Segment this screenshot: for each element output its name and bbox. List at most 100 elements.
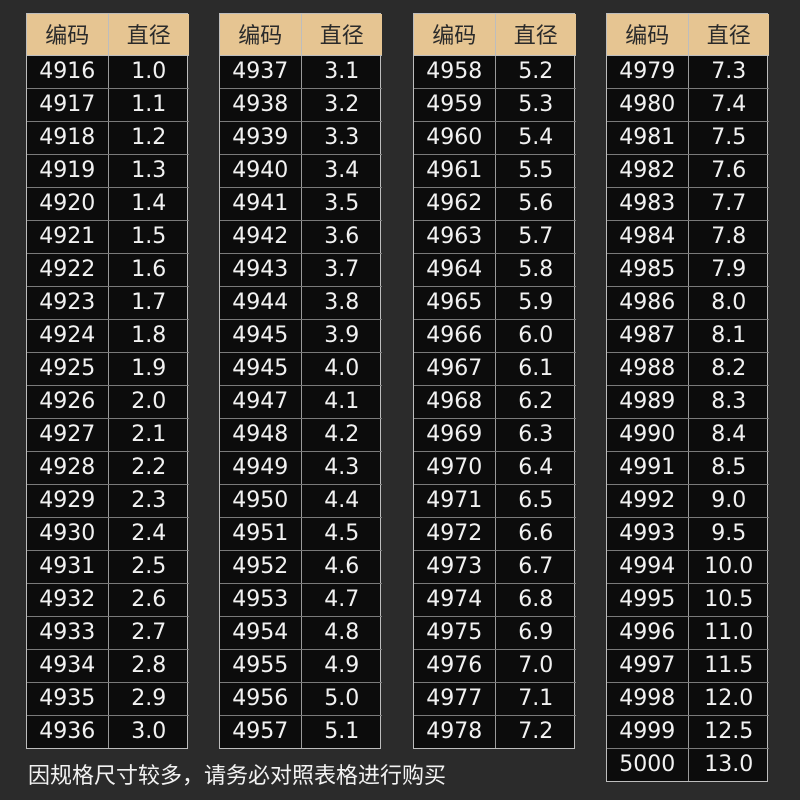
diameter-cell: 6.1 (495, 352, 576, 386)
code-cell: 4970 (414, 451, 496, 485)
code-cell: 4983 (607, 187, 689, 221)
table-row: 4918 1.2 (27, 121, 189, 155)
code-cell: 4976 (414, 649, 496, 683)
table-row: 4986 8.0 (607, 286, 769, 320)
diameter-cell: 7.8 (688, 220, 769, 254)
table-row: 4922 1.6 (27, 253, 189, 287)
code-cell: 4966 (414, 319, 496, 353)
table-row: 4947 4.1 (220, 385, 382, 419)
code-cell: 4944 (220, 286, 302, 320)
table-row: 4930 2.4 (27, 517, 189, 551)
header-code: 编码 (220, 14, 302, 56)
diameter-cell: 2.6 (108, 583, 189, 617)
table-row: 4974 6.8 (414, 583, 576, 617)
code-cell: 4940 (220, 154, 302, 188)
header-code: 编码 (607, 14, 689, 56)
diameter-cell: 5.5 (495, 154, 576, 188)
code-cell: 4968 (414, 385, 496, 419)
table-row: 4937 3.1 (220, 55, 382, 89)
code-cell: 4999 (607, 715, 689, 749)
size-table: 编码 直径 4958 5.2 4959 5.3 4960 5.4 4961 5.5 4962 5.6 4… (414, 14, 576, 748)
diameter-cell: 6.6 (495, 517, 576, 551)
table-row: 4941 3.5 (220, 187, 382, 221)
table-row: 4967 6.1 (414, 352, 576, 386)
code-cell: 4931 (27, 550, 109, 584)
code-cell: 4917 (27, 88, 109, 122)
code-cell: 4985 (607, 253, 689, 287)
table-row: 4931 2.5 (27, 550, 189, 584)
table-row: 4936 3.0 (27, 715, 189, 748)
header-diameter: 直径 (108, 14, 189, 56)
code-cell: 4919 (27, 154, 109, 188)
diameter-cell: 7.2 (518, 718, 554, 744)
table-row: 4965 5.9 (414, 286, 576, 320)
diameter-cell: 7.5 (688, 121, 769, 155)
code-cell: 4936 (27, 715, 109, 748)
size-table-3: 编码 直径 4958 5.2 4959 5.3 4960 5.4 4961 5.5 4962 5.6 4… (413, 13, 576, 749)
table-row: 4999 12.5 (607, 715, 769, 749)
table-header-row: 编码 直径 (27, 14, 189, 56)
code-cell: 4991 (607, 451, 689, 485)
diameter-cell: 1.5 (108, 220, 189, 254)
header-code: 编码 (27, 14, 109, 56)
table-row: 4962 5.6 (414, 187, 576, 221)
diameter-cell: 7.3 (688, 55, 769, 89)
diameter-cell: 5.7 (495, 220, 576, 254)
diameter-cell: 6.3 (495, 418, 576, 452)
table-row: 4954 4.8 (220, 616, 382, 650)
diameter-cell: 13.0 (704, 751, 754, 777)
table-row: 4938 3.2 (220, 88, 382, 122)
code-cell: 4965 (414, 286, 496, 320)
table-row: 4958 5.2 (414, 55, 576, 89)
table-row: 4940 3.4 (220, 154, 382, 188)
code-cell: 4989 (607, 385, 689, 419)
diameter-cell: 7.9 (688, 253, 769, 287)
diameter-cell: 3.4 (301, 154, 382, 188)
diameter-cell: 6.5 (495, 484, 576, 518)
code-cell: 4987 (607, 319, 689, 353)
table-row: 4992 9.0 (607, 484, 769, 518)
code-cell: 4993 (607, 517, 689, 551)
code-cell: 4928 (27, 451, 109, 485)
code-cell: 4955 (220, 649, 302, 683)
table-row: 4982 7.6 (607, 154, 769, 188)
code-cell: 4978 (414, 715, 496, 748)
table-row: 4975 6.9 (414, 616, 576, 650)
code-cell: 4945 (220, 319, 302, 353)
table-row: 4917 1.1 (27, 88, 189, 122)
code-cell: 4984 (607, 220, 689, 254)
table-row: 4932 2.6 (27, 583, 189, 617)
table-row: 4921 1.5 (27, 220, 189, 254)
table-row: 4980 7.4 (607, 88, 769, 122)
table-row: 4984 7.8 (607, 220, 769, 254)
code-cell: 4923 (27, 286, 109, 320)
code-cell: 4956 (220, 682, 302, 716)
code-cell: 4967 (414, 352, 496, 386)
code-cell: 4950 (220, 484, 302, 518)
diameter-cell: 5.3 (495, 88, 576, 122)
table-row: 4970 6.4 (414, 451, 576, 485)
code-cell: 4939 (220, 121, 302, 155)
table-row: 4949 4.3 (220, 451, 382, 485)
table-row: 4961 5.5 (414, 154, 576, 188)
diameter-cell: 3.9 (301, 319, 382, 353)
diameter-cell: 5.4 (495, 121, 576, 155)
table-row: 4919 1.3 (27, 154, 189, 188)
table-row: 4953 4.7 (220, 583, 382, 617)
diameter-cell: 2.3 (108, 484, 189, 518)
table-header-row: 编码 直径 (414, 14, 576, 56)
diameter-cell: 1.1 (108, 88, 189, 122)
code-cell: 4992 (607, 484, 689, 518)
diameter-cell: 4.3 (301, 451, 382, 485)
code-cell: 4929 (27, 484, 109, 518)
code-cell: 4924 (27, 319, 109, 353)
diameter-cell: 4.8 (301, 616, 382, 650)
table-row: 4939 3.3 (220, 121, 382, 155)
table-row: 4951 4.5 (220, 517, 382, 551)
diameter-cell: 1.3 (108, 154, 189, 188)
diameter-cell: 2.1 (108, 418, 189, 452)
table-row: 4933 2.7 (27, 616, 189, 650)
table-row: 4955 4.9 (220, 649, 382, 683)
table-row: 4929 2.3 (27, 484, 189, 518)
diameter-cell: 2.7 (108, 616, 189, 650)
